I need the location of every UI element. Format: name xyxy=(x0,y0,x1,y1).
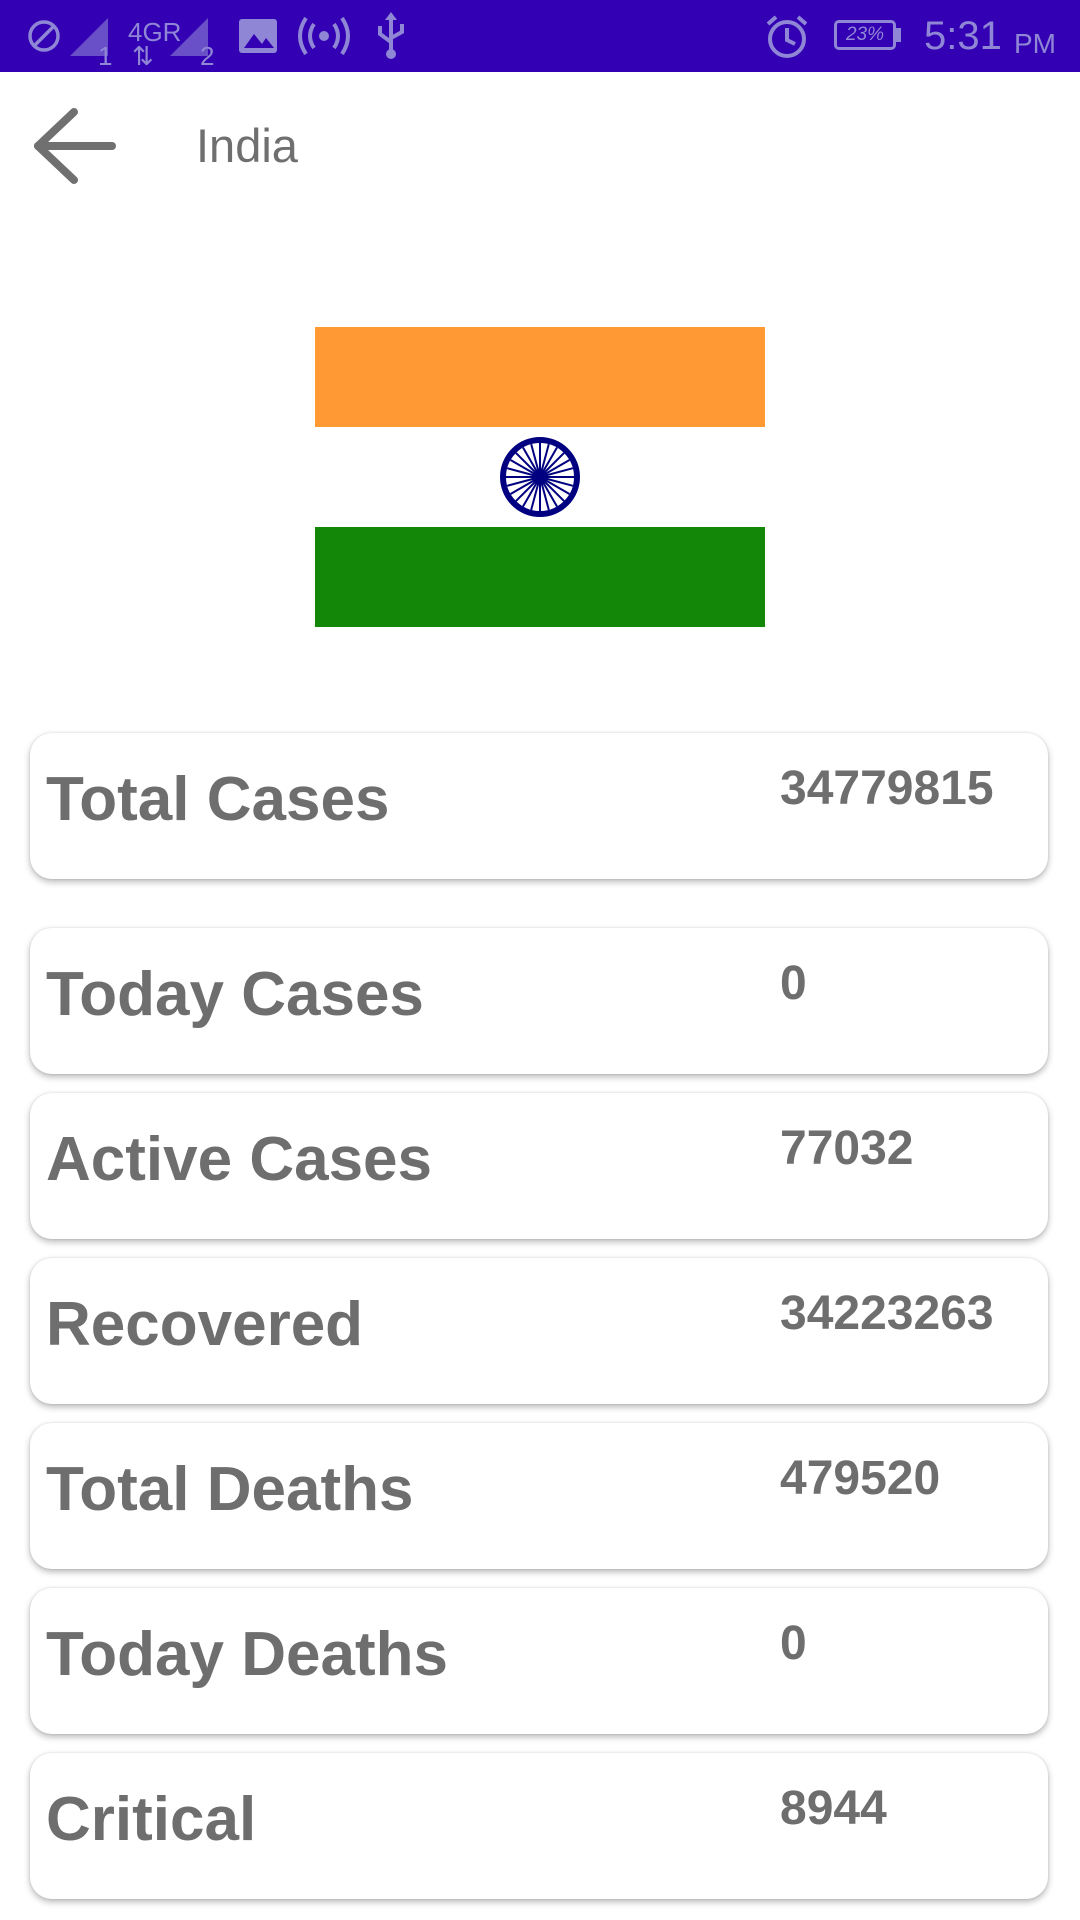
stat-value: 34223263 xyxy=(780,1287,994,1340)
stat-value: 77032 xyxy=(780,1122,914,1175)
stat-card-total-deaths: Total Deaths 479520 xyxy=(30,1423,1048,1569)
clock-time: 5:31 xyxy=(924,14,1002,58)
image-icon xyxy=(239,19,277,53)
stat-label: Today Cases xyxy=(46,960,424,1029)
stat-card-critical: Critical 8944 xyxy=(30,1753,1048,1899)
stat-value: 8944 xyxy=(780,1782,887,1835)
flag-saffron-band xyxy=(315,327,765,427)
stat-card-active-cases: Active Cases 77032 xyxy=(30,1093,1048,1239)
battery-percent: 23% xyxy=(845,24,885,45)
stat-card-total-cases: Total Cases 34779815 xyxy=(30,733,1048,879)
do-not-disturb-icon xyxy=(28,20,60,52)
stat-label: Total Deaths xyxy=(46,1455,414,1524)
stat-card-today-cases: Today Cases 0 xyxy=(30,928,1048,1074)
back-button[interactable] xyxy=(24,102,128,190)
flag-green-band xyxy=(315,527,765,627)
stat-value: 0 xyxy=(780,957,807,1010)
battery-icon: 23% xyxy=(834,20,896,50)
country-flag xyxy=(315,327,765,627)
alarm-icon xyxy=(766,15,808,58)
stat-value: 479520 xyxy=(780,1452,941,1505)
arrow-left-icon xyxy=(34,108,116,184)
ashoka-chakra-icon xyxy=(500,437,580,517)
stat-value: 34779815 xyxy=(780,762,994,815)
stat-label: Total Cases xyxy=(46,765,390,834)
stat-value: 0 xyxy=(780,1617,807,1670)
stat-card-today-deaths: Today Deaths 0 xyxy=(30,1588,1048,1734)
hotspot-icon xyxy=(298,16,350,56)
stat-label: Active Cases xyxy=(46,1125,433,1194)
stat-label: Recovered xyxy=(46,1290,364,1359)
stat-card-recovered: Recovered 34223263 xyxy=(30,1258,1048,1404)
battery-tip xyxy=(896,28,901,42)
page-title: India xyxy=(196,119,298,172)
status-bar: 1 4GR ⇅ 2 23% 5:31 PM xyxy=(0,0,1080,72)
stat-label: Today Deaths xyxy=(46,1620,448,1689)
toolbar: India xyxy=(0,72,1080,212)
usb-icon xyxy=(378,12,404,59)
stat-label: Critical xyxy=(46,1785,257,1854)
clock-ampm: PM xyxy=(1014,28,1056,59)
